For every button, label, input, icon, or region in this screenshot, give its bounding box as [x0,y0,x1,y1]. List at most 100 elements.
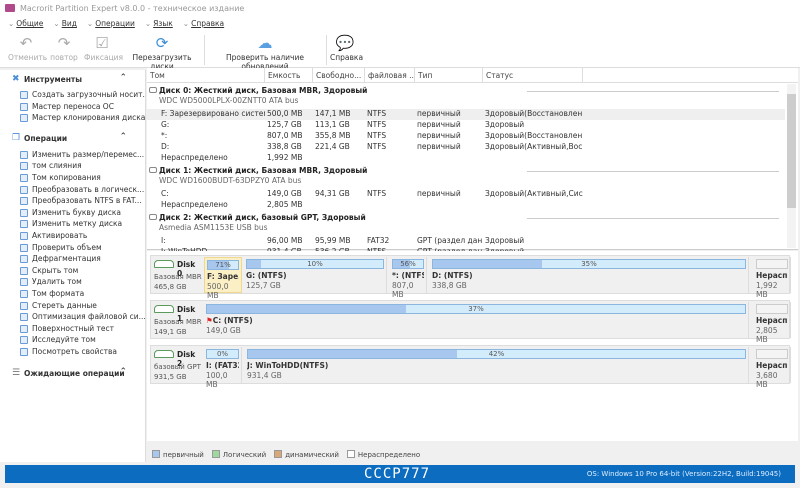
sidebar-item-label: том слияния [32,161,82,171]
sidebar-item[interactable]: Мастер клонирования диска [0,113,145,125]
usage-bar [756,349,788,359]
chevron-up-icon[interactable]: ⌃ [119,132,127,142]
usage-bar: 42% [247,349,746,359]
menu-general[interactable]: Общие [8,19,43,31]
partition-label: ⚑C: (NTFS) [206,316,746,325]
sidebar-item[interactable]: Том копирования [0,173,145,185]
table-row[interactable]: Нераспределено 2,805 MB [147,200,785,211]
undo-button[interactable]: ↶ Отменить [8,33,47,62]
disk-label[interactable]: Disk 1 Базовая MBR 149,1 GB [153,303,202,337]
unallocated-block[interactable]: Нерасп...1,992 MB [754,257,791,299]
cell: G: [161,120,170,129]
sidebar-item[interactable]: Преобразовать NTFS в FAT... [0,196,145,208]
sidebar-item[interactable]: Дефрагментация [0,254,145,266]
pending-section-header[interactable]: ☰ Ожидающие операции ⌃ [0,364,145,382]
sidebar-item[interactable]: Исследуйте том [0,335,145,347]
sidebar-item[interactable]: Посмотреть свойства [0,347,145,359]
sidebar-item-label: Том формата [32,288,85,298]
disk-header[interactable]: Диск 0: Жесткий диск, Базовая MBR, Здоро… [147,85,785,107]
chevron-up-icon[interactable]: ⌃ [119,367,127,377]
disk-label[interactable]: Disk 0 Базовая MBR 465,8 GB [153,258,202,292]
cell: Здоровый [485,236,525,245]
partition-label: I: (FAT32) [206,361,239,370]
sidebar-item[interactable]: Том формата [0,289,145,301]
refresh-icon: ⟳ [155,34,169,52]
disk-label[interactable]: Disk 2 базовый GPT 931,5 GB [153,348,201,382]
sidebar-item[interactable]: Мастер переноса ОС [0,102,145,114]
col-capacity[interactable]: Емкость [265,68,313,82]
disk-row[interactable]: Disk 2базовый GPT931,5 GB0%I: (FAT32)100… [150,345,791,389]
table-row[interactable]: Нераспределено 1,992 MB [147,153,785,164]
unallocated-block[interactable]: Нерасп...3,680 MB [754,347,791,389]
unallocated-block[interactable]: Нерасп...2,805 MB [754,302,791,344]
partition-block[interactable]: 35% D: (NTFS) 338,8 GB [430,257,749,293]
disk-row[interactable]: Disk 1 Базовая MBR 149,1 GB 37% ⚑C: (NTFS) 14… [150,300,791,344]
sidebar-item[interactable]: том слияния [0,161,145,173]
sidebar-item[interactable]: Оптимизация файловой си... [0,312,145,324]
partition-block[interactable]: 42% J: WinToHDD(NTFS) 931,4 GB [245,347,749,383]
partition-block[interactable]: 0% I: (FAT32)100,0 MB [204,347,242,389]
cell: FAT32 [367,236,390,245]
sidebar-item[interactable]: Изменить букву диска [0,208,145,220]
disk-title: Диск 2: Жесткий диск, базовый GPT, Здоро… [159,213,366,222]
partition-block[interactable]: 10% G: (NTFS) 125,7 GB [244,257,387,293]
col-volume[interactable]: Том [147,68,265,82]
chevron-up-icon[interactable]: ⌃ [119,73,127,83]
sidebar-item[interactable]: Проверить объем [0,243,145,255]
partition-block[interactable]: 56% *: (NTFS)807,0 MB [390,257,427,299]
sidebar-item-label: Изменить метку диска [32,219,123,229]
sidebar-item[interactable]: Преобразовать в логическ... [0,185,145,197]
sidebar-item[interactable]: Изменить метку диска [0,219,145,231]
disk-header[interactable]: Диск 2: Жесткий диск, базовый GPT, Здоро… [147,212,785,234]
table-row[interactable]: C: 149,0 GB 94,31 GB NTFS первичный Здоровый(… [147,189,785,200]
menu-language[interactable]: Язык [145,19,173,31]
table-row[interactable]: G: 125,7 GB 113,1 GB NTFS первичный Здоровый [147,120,785,131]
sidebar-item[interactable]: Стереть данные [0,301,145,313]
hdd-icon [154,305,174,313]
partition-block[interactable]: 71% F: Заре...500,0 MB [204,257,242,300]
sidebar-item-label: Поверхностный тест [32,323,115,333]
item-icon [20,243,28,252]
menu-help[interactable]: Справка [183,19,224,31]
cell: первичный [417,109,461,118]
table-row[interactable]: *: 807,0 MB 355,8 MB NTFS первичный Здоровый(… [147,131,785,142]
item-icon [20,185,28,194]
reload-disks-button[interactable]: ⟳ Перезагрузить диски [124,33,200,71]
usage-percent: 0% [216,350,229,358]
disk-header[interactable]: Диск 1: Жесткий диск, Базовая MBR, Здоро… [147,165,785,187]
redo-button[interactable]: ↷ повтор [48,33,80,62]
sidebar-item-label: Оптимизация файловой си... [32,312,145,322]
scrollbar-thumb[interactable] [787,94,796,208]
table-row[interactable]: F: Зарезервировано системой500,0 MB 147,1… [147,109,785,120]
sidebar-item-label: Том копирования [32,172,101,182]
sidebar-item[interactable]: Удалить том [0,277,145,289]
partition-label-text: F: Заре... [207,272,239,281]
operations-section-header[interactable]: ❐ Операции ⌃ [0,129,145,147]
check-updates-button[interactable]: ☁ Проверить наличие обновлений [208,33,322,71]
col-status[interactable]: Статус [483,68,583,82]
col-filesystem[interactable]: файловая ... [365,68,415,82]
sidebar-item[interactable]: Создать загрузочный носит... [0,90,145,102]
col-free[interactable]: Свободно... [313,68,365,82]
sidebar-item[interactable]: Активировать [0,231,145,243]
commit-button[interactable]: ☑ Фиксация [84,33,123,62]
disk-row[interactable]: Disk 0Базовая MBR465,8 GB71%F: Заре...50… [150,255,791,300]
tools-section-header[interactable]: ✖ Инструменты ⌃ [0,70,145,88]
cell: 807,0 MB [267,131,303,140]
table-row[interactable]: D: 338,8 GB 221,4 GB NTFS первичный Здоровый(… [147,142,785,153]
cell: D: [161,142,170,151]
legend-item: Нераспределено [346,450,420,463]
menu-view[interactable]: Вид [53,19,77,31]
table-row[interactable]: I: 96,00 MB 95,99 MB FAT32 GPT (раздел дан..… [147,236,785,247]
col-type[interactable]: Тип [415,68,483,82]
menu-operations[interactable]: Операции [87,19,135,31]
help-button[interactable]: 💬 Справка [330,33,363,62]
cell: 355,8 MB [315,131,351,140]
cell [415,153,483,164]
vertical-scrollbar[interactable] [787,84,796,248]
checkbox-icon: ☑ [95,34,109,52]
partition-block[interactable]: 37% ⚑C: (NTFS) 149,0 GB [204,302,749,338]
sidebar-item[interactable]: Скрыть том [0,266,145,278]
sidebar-item[interactable]: Изменить размер/перемес... [0,150,145,162]
sidebar-item[interactable]: Поверхностный тест [0,324,145,336]
